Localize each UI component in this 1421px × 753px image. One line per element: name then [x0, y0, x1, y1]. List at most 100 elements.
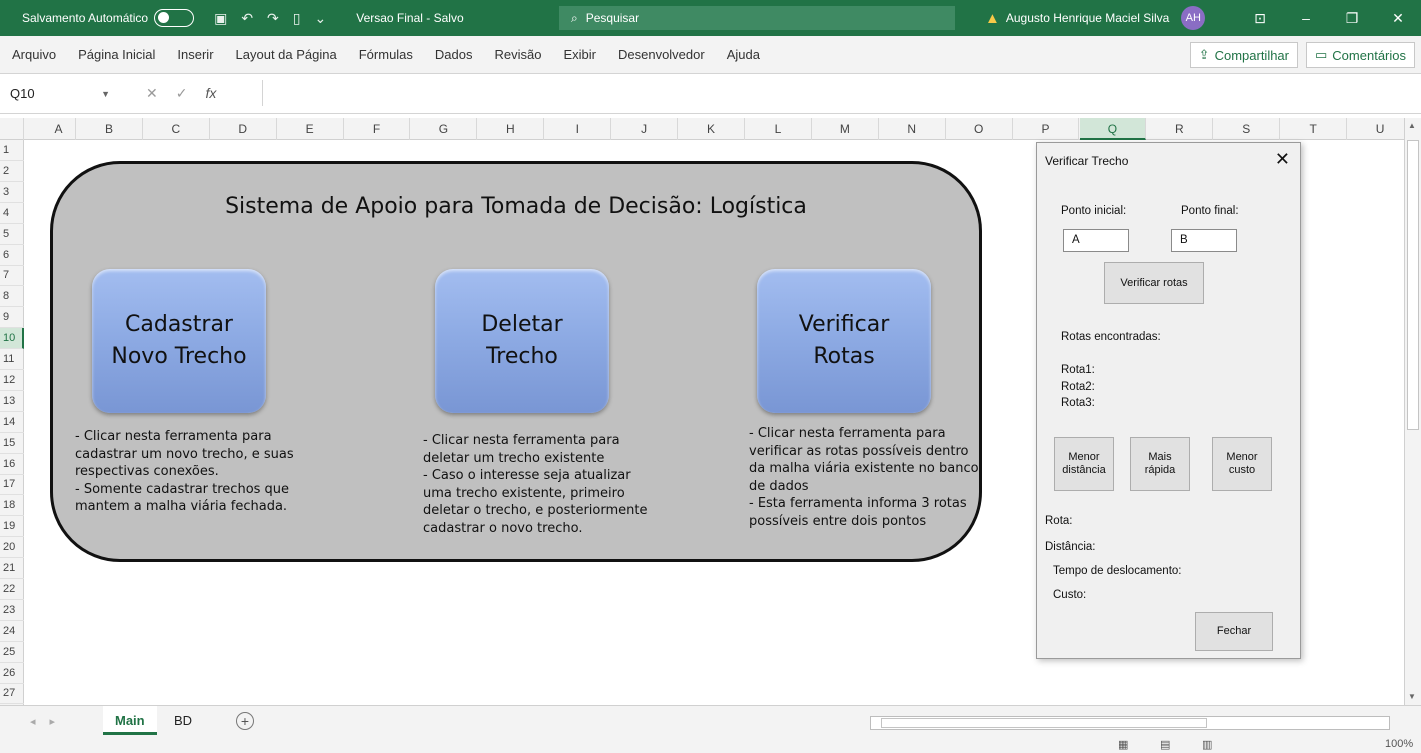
minimize-icon[interactable]: –	[1283, 0, 1329, 36]
scroll-up-icon[interactable]: ▲	[1408, 121, 1416, 130]
fastest-button[interactable]: Mais rápida	[1130, 437, 1190, 491]
column-header-h[interactable]: H	[477, 118, 545, 140]
column-header-a[interactable]: A	[42, 118, 76, 140]
avatar[interactable]: AH	[1181, 6, 1206, 30]
verify-routes-button[interactable]: Verificar Rotas	[757, 269, 931, 413]
restore-icon[interactable]: ❐	[1329, 0, 1375, 36]
row-header-20[interactable]: 20	[0, 537, 24, 559]
end-point-input[interactable]: B	[1171, 229, 1237, 252]
row-header-14[interactable]: 14	[0, 412, 24, 433]
add-sheet-icon[interactable]: +	[236, 712, 254, 730]
row-header-27[interactable]: 27	[0, 683, 24, 705]
column-header-p[interactable]: P	[1013, 118, 1080, 140]
customize-toolbar-icon[interactable]: ⌄	[315, 10, 327, 27]
row-header-8[interactable]: 8	[0, 286, 24, 308]
ribbon-display-icon[interactable]: ⊡	[1237, 0, 1283, 36]
close-button[interactable]: Fechar	[1195, 612, 1273, 651]
autosave-toggle[interactable]	[154, 9, 195, 27]
column-header-k[interactable]: K	[678, 118, 745, 140]
row-header-7[interactable]: 7	[0, 265, 24, 287]
comments-button[interactable]: ▭ Comentários	[1306, 42, 1415, 68]
tab-dados[interactable]: Dados	[424, 47, 484, 62]
column-header-r[interactable]: R	[1146, 118, 1214, 140]
scrollbar-thumb[interactable]	[1407, 140, 1419, 430]
column-header-b[interactable]: B	[76, 118, 143, 140]
column-header-j[interactable]: J	[611, 118, 679, 140]
cancel-entry-icon[interactable]: ✕	[146, 85, 158, 102]
search-box[interactable]: ⌕ Pesquisar	[559, 6, 955, 30]
column-header-c[interactable]: C	[143, 118, 210, 140]
row-header-6[interactable]: 6	[0, 245, 24, 266]
sheet-tab-main[interactable]: Main	[103, 706, 157, 735]
row-header-24[interactable]: 24	[0, 621, 24, 642]
tab-pagina-inicial[interactable]: Página Inicial	[67, 47, 166, 62]
page-layout-icon[interactable]: ▤	[1160, 738, 1170, 751]
row-header-2[interactable]: 2	[0, 161, 24, 182]
row-header-19[interactable]: 19	[0, 516, 24, 538]
row-header-22[interactable]: 22	[0, 579, 24, 600]
tab-arquivo[interactable]: Arquivo	[0, 47, 67, 62]
column-header-l[interactable]: L	[745, 118, 812, 140]
row-header-25[interactable]: 25	[0, 642, 24, 663]
close-icon[interactable]: ✕	[1375, 0, 1421, 36]
tab-revisao[interactable]: Revisão	[484, 47, 553, 62]
column-header-d[interactable]: D	[210, 118, 277, 140]
row-header-11[interactable]: 11	[0, 349, 24, 370]
column-header-e[interactable]: E	[277, 118, 344, 140]
tab-inserir[interactable]: Inserir	[166, 47, 224, 62]
column-header-s[interactable]: S	[1213, 118, 1281, 140]
column-header-n[interactable]: N	[879, 118, 946, 140]
tab-exibir[interactable]: Exibir	[552, 47, 607, 62]
new-file-icon[interactable]: ▯	[293, 10, 301, 27]
tab-layout[interactable]: Layout da Página	[225, 47, 348, 62]
row-header-15[interactable]: 15	[0, 433, 24, 454]
sheet-nav-arrows-icon[interactable]: ◂▸	[30, 715, 69, 728]
chevron-down-icon[interactable]: ▼	[101, 89, 110, 99]
autosave-control[interactable]: Salvamento Automático	[22, 9, 195, 27]
document-title[interactable]: Versao Final - Salvo	[356, 11, 463, 25]
tab-formulas[interactable]: Fórmulas	[348, 47, 424, 62]
page-break-icon[interactable]: ▥	[1202, 738, 1212, 751]
column-header-g[interactable]: G	[411, 118, 478, 140]
sheet-tab-bd[interactable]: BD	[162, 706, 204, 735]
tab-desenvolvedor[interactable]: Desenvolvedor	[607, 47, 716, 62]
row-header-26[interactable]: 26	[0, 663, 24, 684]
row-header-21[interactable]: 21	[0, 558, 24, 579]
tab-ajuda[interactable]: Ajuda	[716, 47, 771, 62]
save-icon[interactable]: ▣	[214, 10, 227, 27]
row-header-3[interactable]: 3	[0, 182, 24, 203]
vertical-scrollbar[interactable]: ▲ ▼	[1404, 118, 1421, 705]
delete-segment-button[interactable]: Deletar Trecho	[435, 269, 609, 413]
row-header-12[interactable]: 12	[0, 370, 24, 391]
confirm-entry-icon[interactable]: ✓	[176, 85, 188, 102]
column-header-q[interactable]: Q	[1079, 118, 1147, 140]
column-header-f[interactable]: F	[344, 118, 411, 140]
horizontal-scrollbar[interactable]	[870, 716, 1390, 730]
column-header-t[interactable]: T	[1280, 118, 1348, 140]
formula-input[interactable]	[262, 80, 1412, 106]
close-icon[interactable]: ✕	[1275, 149, 1290, 170]
row-header-17[interactable]: 17	[0, 474, 24, 496]
row-header-18[interactable]: 18	[0, 495, 24, 517]
redo-icon[interactable]: ↷	[267, 10, 279, 27]
scrollbar-thumb[interactable]	[881, 718, 1207, 728]
undo-icon[interactable]: ↶	[241, 10, 253, 27]
name-box[interactable]: Q10 ▼	[4, 81, 116, 107]
register-segment-button[interactable]: Cadastrar Novo Trecho	[92, 269, 266, 413]
row-header-5[interactable]: 5	[0, 224, 24, 245]
share-button[interactable]: ⇪ Compartilhar	[1189, 42, 1298, 68]
insert-function-icon[interactable]: fx	[205, 85, 216, 102]
row-header-16[interactable]: 16	[0, 454, 24, 475]
row-header-10[interactable]: 10	[0, 328, 24, 350]
column-header-o[interactable]: O	[946, 118, 1013, 140]
row-header-9[interactable]: 9	[0, 307, 24, 329]
select-all-corner[interactable]	[0, 118, 24, 140]
scroll-down-icon[interactable]: ▼	[1408, 692, 1416, 701]
column-header-m[interactable]: M	[812, 118, 879, 140]
column-header-i[interactable]: I	[544, 118, 612, 140]
verify-routes-dialog-button[interactable]: Verificar rotas	[1104, 262, 1204, 304]
normal-view-icon[interactable]: ▦	[1118, 738, 1128, 751]
row-header-13[interactable]: 13	[0, 391, 24, 412]
row-header-1[interactable]: 1	[0, 140, 24, 161]
row-header-23[interactable]: 23	[0, 600, 24, 621]
